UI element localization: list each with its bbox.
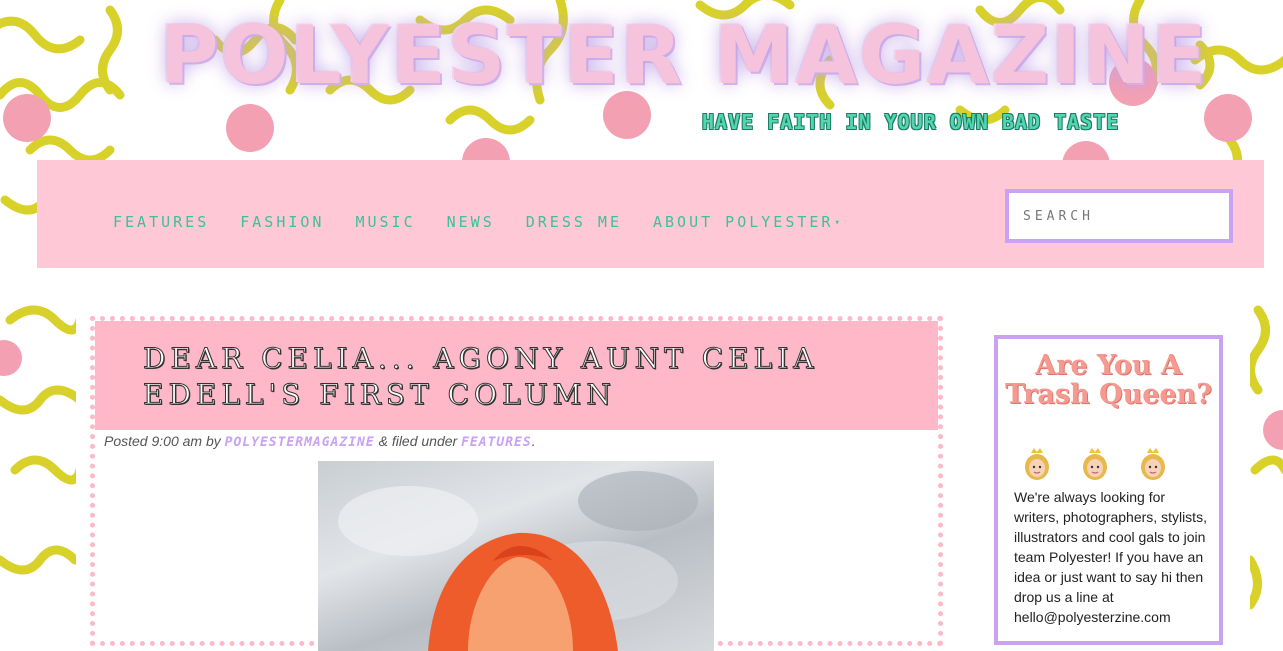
nav-item-about-polyester[interactable]: ABOUT POLYESTER▾ — [653, 213, 843, 231]
emoji-row — [1022, 447, 1168, 481]
search-input[interactable] — [1005, 189, 1233, 243]
site-tagline: HAVE FAITH IN YOUR OWN BAD TASTE — [702, 110, 1120, 134]
nav-item-music[interactable]: MUSIC — [355, 213, 415, 231]
nav-item-news[interactable]: NEWS — [447, 213, 495, 231]
nav-item-features[interactable]: FEATURES — [113, 213, 209, 231]
nav-item-dress-me[interactable]: DRESS ME — [526, 213, 622, 231]
meta-prefix: Posted 9:00 am by — [104, 433, 225, 449]
chevron-down-icon: ▾ — [834, 217, 843, 228]
site-logo[interactable]: POLYESTER MAGAZINE — [160, 6, 1207, 106]
category-link[interactable]: FEATURES — [461, 435, 532, 450]
widget-body-text: We're always looking for writers, photog… — [1014, 489, 1207, 625]
nav-item-fashion[interactable]: FASHION — [240, 213, 324, 231]
meta-middle: & filed under — [374, 433, 462, 449]
nav-menu: FEATURES FASHION MUSIC NEWS DRESS ME ABO… — [113, 213, 874, 231]
author-link[interactable]: POLYESTERMAGAZINE — [225, 435, 375, 450]
post-title[interactable]: DEAR CELIA... AGONY AUNT CELIA EDELL'S F… — [143, 341, 933, 413]
post-title-banner: DEAR CELIA... AGONY AUNT CELIA EDELL'S F… — [95, 321, 938, 430]
nav-item-about-label: ABOUT POLYESTER — [653, 213, 834, 231]
princess-icon — [1141, 448, 1165, 480]
main-navigation: FEATURES FASHION MUSIC NEWS DRESS ME ABO… — [37, 160, 1264, 268]
trash-queen-widget: Are You A Trash Queen? We're always look… — [994, 335, 1223, 645]
site-header: POLYESTER MAGAZINE HAVE FAITH IN YOUR OW… — [0, 0, 1283, 160]
post-meta: Posted 9:00 am by POLYESTERMAGAZINE & fi… — [104, 433, 536, 450]
princess-icon — [1025, 448, 1049, 480]
portrait-photo-icon — [338, 471, 698, 651]
post-featured-image[interactable] — [318, 461, 714, 651]
meta-suffix: . — [531, 433, 536, 449]
header-spacer — [0, 268, 1283, 294]
princess-icon — [1083, 448, 1107, 480]
widget-title: Are You A Trash Queen? — [1004, 350, 1213, 410]
post-article: DEAR CELIA... AGONY AUNT CELIA EDELL'S F… — [90, 316, 943, 651]
